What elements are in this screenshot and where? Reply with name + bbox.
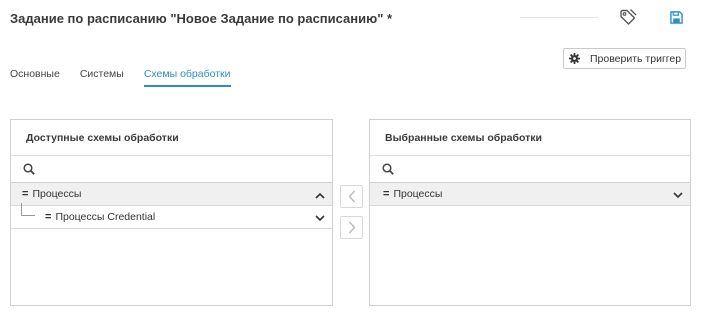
tree-item-label: Процессы Credential: [55, 211, 156, 223]
tree-item-label: Процессы: [32, 188, 82, 200]
search-icon: [23, 163, 35, 175]
tab-processing-schemes[interactable]: Схемы обработки: [143, 68, 231, 88]
tree-connector: [21, 203, 35, 216]
chevron-right-icon: [348, 221, 356, 234]
tree-item-processes-credential[interactable]: = Процессы Credential: [11, 203, 332, 229]
save-icon: [669, 10, 683, 24]
tree-item-processes[interactable]: = Процессы: [370, 183, 690, 206]
selected-search-field[interactable]: [370, 156, 690, 183]
title-divider: [520, 17, 598, 18]
chevron-down-icon[interactable]: [672, 189, 684, 201]
move-left-button[interactable]: [340, 185, 363, 208]
selected-schemes-panel: Выбранные схемы обработки = Процессы: [369, 119, 691, 306]
check-trigger-label: Проверить триггер: [590, 52, 682, 65]
drag-handle-icon: =: [383, 187, 390, 200]
chevron-left-icon: [347, 190, 355, 203]
tree-item-label: Процессы: [393, 188, 443, 200]
tree-item-processes[interactable]: = Процессы: [11, 183, 332, 206]
drag-handle-icon: =: [22, 187, 29, 200]
available-schemes-panel: Доступные схемы обработки = Процессы = П…: [10, 119, 333, 306]
search-icon: [382, 163, 394, 175]
tab-main[interactable]: Основные: [10, 68, 60, 88]
page-title: Задание по расписанию "Новое Задание по …: [10, 11, 393, 26]
tab-bar: Основные Системы Схемы обработки: [10, 68, 251, 88]
chevron-up-icon[interactable]: [314, 189, 326, 201]
tab-systems[interactable]: Системы: [80, 68, 124, 88]
available-schemes-title: Доступные схемы обработки: [11, 120, 332, 156]
tag-button[interactable]: [617, 6, 639, 28]
save-button[interactable]: [665, 6, 687, 28]
drag-handle-icon: =: [45, 210, 52, 223]
tag-icon: [620, 9, 637, 25]
gear-icon: [569, 53, 581, 65]
chevron-down-icon[interactable]: [314, 212, 326, 224]
selected-schemes-title: Выбранные схемы обработки: [370, 120, 690, 156]
check-trigger-button[interactable]: Проверить триггер: [563, 48, 686, 69]
move-right-button[interactable]: [340, 216, 363, 239]
available-search-field[interactable]: [11, 156, 332, 183]
